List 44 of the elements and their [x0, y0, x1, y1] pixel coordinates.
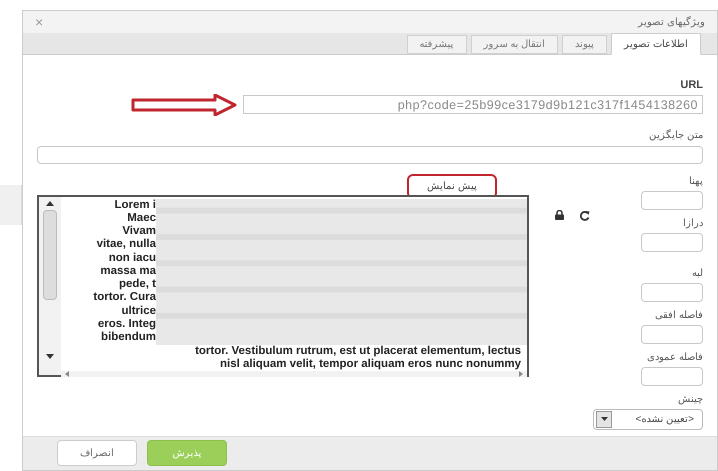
scroll-down-icon[interactable]	[46, 354, 54, 359]
tab[interactable]: انتقال به سرور	[470, 35, 558, 54]
field-label: لبه	[692, 266, 703, 281]
input-field[interactable]	[641, 366, 703, 386]
lock-icon[interactable]	[555, 210, 564, 220]
scroll-left-icon[interactable]	[65, 371, 69, 378]
field-label: پهنا	[689, 174, 703, 189]
preview-text-line: vitae, nulla	[96, 238, 156, 252]
preview-text-line: Lorem i	[114, 198, 156, 212]
alt-text-label: متن جایگزین	[649, 128, 703, 143]
preview-text-line: pede, t	[118, 278, 156, 292]
preview-text-line: non iacu	[108, 252, 156, 265]
url-label: URL	[680, 78, 703, 94]
input-field[interactable]	[641, 190, 703, 210]
scrollbar-thumb[interactable]	[43, 210, 57, 300]
cancel-button[interactable]: انصراف	[57, 440, 137, 466]
preview-text-line: Maec	[127, 212, 156, 226]
preview-text-line: eros. Integ	[98, 318, 156, 331]
field-label: چینش	[678, 392, 703, 407]
field-label: فاصله عمودی	[647, 350, 703, 365]
dialog-title: ویژگیهای تصویر	[638, 15, 705, 30]
preview-text-line: tortor. Cura	[93, 291, 156, 304]
refresh-icon[interactable]	[580, 210, 590, 221]
preview-text-line: nisl aliquam velit, tempor aliquam eros nunc nonummy	[220, 358, 522, 372]
preview-text-line: massa ma	[100, 264, 156, 278]
field-label: فاصله افقی	[655, 308, 703, 323]
tab[interactable]: اطلاعات تصویر	[611, 33, 701, 56]
align-select[interactable]: <تعیین نشده>	[593, 408, 703, 430]
input-field[interactable]	[641, 282, 703, 302]
tab[interactable]: پیشرفته	[406, 35, 467, 54]
input-field[interactable]	[641, 324, 703, 344]
preview-text-line: bibendum	[101, 330, 156, 344]
preview-text-line: tortor. Vestibulum rutrum, est ut placerat elementum, lectus	[195, 344, 522, 358]
preview-text-line: ultrice	[121, 304, 156, 318]
field-label: درازا	[683, 216, 703, 231]
url-field[interactable]: php?code=25b99ce3179d9b121c317f1454138260	[243, 95, 703, 114]
close-button[interactable]: ×	[35, 12, 44, 33]
background-panel	[0, 185, 22, 225]
scroll-up-icon[interactable]	[46, 200, 54, 206]
input-field[interactable]	[641, 232, 703, 252]
tab[interactable]: پیوند	[562, 35, 608, 54]
alt-text-field[interactable]	[37, 146, 703, 164]
scroll-right-icon[interactable]	[519, 371, 523, 378]
preview-text-line: Vivam	[122, 225, 156, 238]
